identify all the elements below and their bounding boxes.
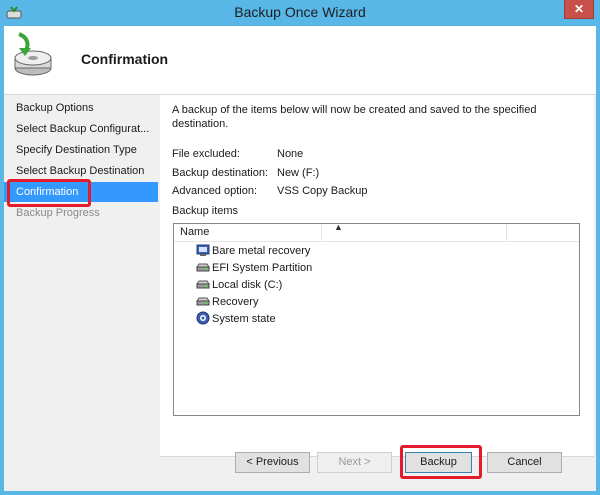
close-icon: ✕ xyxy=(573,2,585,16)
wizard-content: A backup of the items below will now be … xyxy=(160,95,594,456)
list-item-label: Recovery xyxy=(212,296,259,308)
drive-icon xyxy=(196,263,210,272)
step-confirmation[interactable]: Confirmation xyxy=(4,182,158,202)
list-item[interactable]: EFI System Partition xyxy=(196,260,312,277)
backup-button[interactable]: Backup xyxy=(405,452,472,473)
next-button: Next > xyxy=(317,452,392,473)
previous-button[interactable]: < Previous xyxy=(235,452,310,473)
bare-metal-icon xyxy=(196,244,210,256)
backup-items-label: Backup items xyxy=(172,205,239,217)
page-title: Confirmation xyxy=(81,51,169,67)
window-title: Backup Once Wizard xyxy=(234,4,366,20)
list-item-label: Local disk (C:) xyxy=(212,279,283,291)
step-backup-options[interactable]: Backup Options xyxy=(4,98,158,118)
sort-ascending-icon: ▲ xyxy=(334,222,343,232)
cancel-button[interactable]: Cancel xyxy=(487,452,562,473)
wizard-header: Confirmation xyxy=(4,26,596,95)
list-item[interactable]: System state xyxy=(196,311,276,328)
column-divider[interactable] xyxy=(506,224,507,241)
file-excluded-value: None xyxy=(277,148,304,160)
step-specify-destination-type[interactable]: Specify Destination Type xyxy=(4,140,158,160)
drive-icon xyxy=(196,280,210,289)
wizard-steps-sidebar: Backup Options Select Backup Configurat.… xyxy=(4,95,158,491)
list-item-label: Bare metal recovery xyxy=(212,245,311,257)
backup-destination-label: Backup destination: xyxy=(172,167,269,179)
step-select-backup-configuration[interactable]: Select Backup Configurat... xyxy=(4,119,158,139)
backup-disk-icon xyxy=(14,32,52,76)
list-item[interactable]: Recovery xyxy=(196,294,258,311)
list-item-label: System state xyxy=(212,313,276,325)
backup-destination-value: New (F:) xyxy=(277,167,320,179)
list-item[interactable]: Bare metal recovery xyxy=(196,243,310,260)
wizard-footer: < Previous Next > Backup Cancel xyxy=(4,445,596,491)
advanced-option-label: Advanced option: xyxy=(172,185,258,197)
list-item-label: EFI System Partition xyxy=(212,262,313,274)
name-column-header[interactable]: Name xyxy=(180,226,209,238)
step-backup-progress: Backup Progress xyxy=(16,207,100,219)
wizard-window: Backup Once Wizard ✕ Confirmation Backup… xyxy=(0,0,600,495)
wizard-client-area: Confirmation Backup Options Select Backu… xyxy=(4,26,596,491)
column-divider[interactable] xyxy=(321,224,322,241)
list-column-header[interactable]: Name ▲ xyxy=(174,222,579,242)
confirmation-description: A backup of the items below will now be … xyxy=(172,104,537,130)
list-item[interactable]: Local disk (C:) xyxy=(196,277,282,294)
backup-items-list[interactable]: Name ▲ Bare metal recovery EFI System Pa… xyxy=(173,222,580,416)
close-button[interactable]: ✕ xyxy=(564,0,594,19)
step-select-backup-destination[interactable]: Select Backup Destination xyxy=(4,161,158,181)
advanced-option-value: VSS Copy Backup xyxy=(277,185,368,197)
title-bar: Backup Once Wizard ✕ xyxy=(0,0,600,26)
drive-icon xyxy=(196,297,210,306)
system-state-icon xyxy=(196,311,210,325)
file-excluded-label: File excluded: xyxy=(172,148,240,160)
